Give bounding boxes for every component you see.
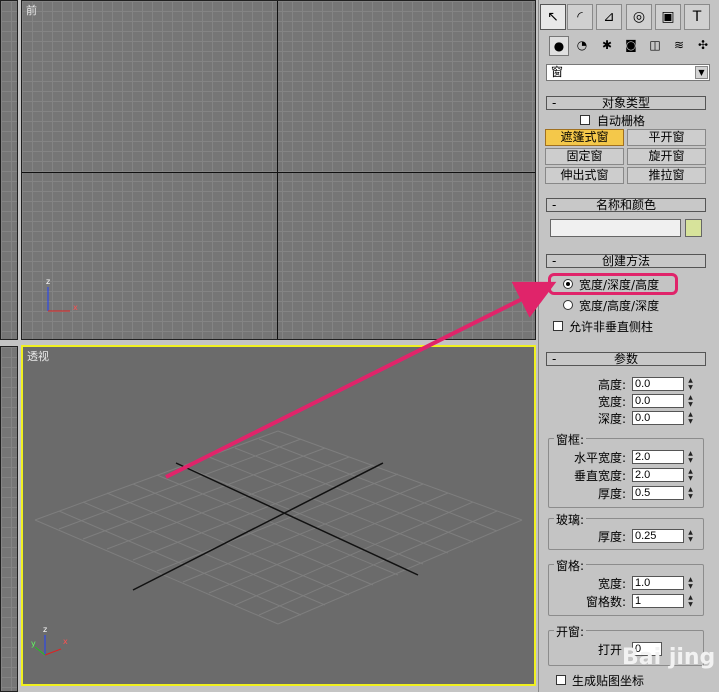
highlight-annotation bbox=[548, 273, 678, 295]
vertical-width-label: 垂直宽度: bbox=[574, 469, 627, 483]
front-vertical-axis bbox=[277, 1, 278, 339]
horizontal-width-label: 水平宽度: bbox=[574, 451, 627, 465]
pane-width-arrows[interactable]: ▲ ▼ bbox=[686, 576, 695, 590]
cameras-icon[interactable]: ◙ bbox=[622, 36, 640, 54]
open-window-group-title: 开窗: bbox=[554, 623, 587, 640]
pane-count-label: 窗格数: bbox=[586, 595, 627, 609]
pane-count-spinner[interactable] bbox=[632, 594, 684, 608]
display-tab-icon[interactable]: ▣ bbox=[655, 4, 681, 30]
object-type-title: 对象类型 bbox=[601, 96, 650, 110]
pane-width-spinner[interactable] bbox=[632, 576, 684, 590]
utilities-tab-icon[interactable]: T bbox=[684, 4, 710, 30]
creation-method-rollout-header[interactable]: - 创建方法 bbox=[546, 254, 706, 268]
depth-spinner[interactable] bbox=[632, 411, 684, 425]
allow-non-vertical-checkbox[interactable] bbox=[553, 321, 563, 331]
fixed-window-button[interactable]: 固定窗 bbox=[545, 148, 624, 165]
pivoted-window-button[interactable]: 旋开窗 bbox=[627, 148, 706, 165]
perspective-grid bbox=[34, 430, 523, 625]
object-name-input[interactable] bbox=[550, 219, 681, 237]
perspective-axis-tripod bbox=[34, 635, 62, 656]
glass-thickness-spinner[interactable] bbox=[632, 529, 684, 543]
gen-mapping-label: 生成贴图坐标 bbox=[572, 674, 645, 688]
motion-tab-icon[interactable]: ◎ bbox=[626, 4, 652, 30]
frame-group-title: 窗框: bbox=[554, 431, 587, 448]
object-type-rollout-header[interactable]: - 对象类型 bbox=[546, 96, 706, 110]
parameters-rollout-header[interactable]: - 参数 bbox=[546, 352, 706, 366]
width-height-depth-radio[interactable] bbox=[563, 300, 573, 310]
width-label: 宽度: bbox=[598, 395, 627, 409]
autogrid-checkbox[interactable] bbox=[580, 115, 590, 125]
gen-mapping-checkbox[interactable] bbox=[556, 675, 566, 685]
front-viewport-label[interactable]: 前 bbox=[26, 2, 37, 18]
height-spinner-arrows[interactable]: ▲ ▼ bbox=[686, 377, 695, 391]
category-dropdown-value: 窗 bbox=[551, 65, 564, 79]
pane-group-title: 窗格: bbox=[554, 557, 587, 574]
chevron-down-icon[interactable]: ▼ bbox=[695, 66, 708, 79]
front-viewport[interactable]: 前 z x bbox=[21, 0, 536, 340]
allow-non-vertical-label: 允许非垂直侧柱 bbox=[569, 320, 654, 334]
autogrid-label: 自动栅格 bbox=[597, 114, 646, 128]
category-dropdown[interactable]: 窗 ▼ bbox=[546, 64, 710, 81]
glass-thickness-arrows[interactable]: ▲ ▼ bbox=[686, 529, 695, 543]
sliding-window-button[interactable]: 推拉窗 bbox=[627, 167, 706, 184]
create-tab-icon[interactable]: ↖ bbox=[540, 4, 566, 30]
casement-window-button[interactable]: 平开窗 bbox=[627, 129, 706, 146]
vertical-width-arrows[interactable]: ▲ ▼ bbox=[686, 468, 695, 482]
pane-width-label: 宽度: bbox=[598, 577, 627, 591]
vertical-width-spinner[interactable] bbox=[632, 468, 684, 482]
front-axis-x-label: x bbox=[73, 303, 78, 312]
glass-group-title: 玻璃: bbox=[554, 511, 587, 528]
object-color-swatch[interactable] bbox=[685, 219, 702, 237]
depth-spinner-arrows[interactable]: ▲ ▼ bbox=[686, 411, 695, 425]
height-spinner[interactable] bbox=[632, 377, 684, 391]
front-horizontal-axis bbox=[22, 172, 535, 173]
parameters-title: 参数 bbox=[613, 352, 638, 366]
depth-label: 深度: bbox=[598, 412, 627, 426]
name-color-title: 名称和颜色 bbox=[595, 198, 656, 212]
helpers-icon[interactable]: ◫ bbox=[646, 36, 664, 54]
hierarchy-tab-icon[interactable]: ⊿ bbox=[596, 4, 622, 30]
frame-thickness-spinner[interactable] bbox=[632, 486, 684, 500]
front-axis-z-label: z bbox=[46, 277, 51, 286]
width-spinner[interactable] bbox=[632, 394, 684, 408]
persp-axis-z-label: z bbox=[43, 625, 48, 634]
frame-thickness-arrows[interactable]: ▲ ▼ bbox=[686, 486, 695, 500]
projected-window-button[interactable]: 伸出式窗 bbox=[545, 167, 624, 184]
creation-method-title: 创建方法 bbox=[601, 254, 650, 268]
lights-icon[interactable]: ✱ bbox=[598, 36, 616, 54]
persp-axis-x-label: x bbox=[63, 637, 68, 646]
systems-icon[interactable]: ✣ bbox=[694, 36, 712, 54]
frame-thickness-label: 厚度: bbox=[598, 487, 627, 501]
horizontal-width-spinner[interactable] bbox=[632, 450, 684, 464]
width-height-depth-label: 宽度/高度/深度 bbox=[579, 299, 660, 313]
awning-window-button[interactable]: 遮篷式窗 bbox=[545, 129, 624, 146]
shapes-icon[interactable]: ◔ bbox=[573, 36, 591, 54]
persp-axis-y-label: y bbox=[31, 639, 36, 648]
height-label: 高度: bbox=[598, 378, 627, 392]
open-label: 打开 bbox=[598, 643, 623, 657]
glass-thickness-label: 厚度: bbox=[598, 530, 627, 544]
name-color-rollout-header[interactable]: - 名称和颜色 bbox=[546, 198, 706, 212]
watermark-text: Bai jing bbox=[622, 645, 716, 670]
geometry-icon[interactable]: ● bbox=[549, 36, 569, 56]
perspective-viewport-label[interactable]: 透视 bbox=[27, 348, 49, 364]
width-spinner-arrows[interactable]: ▲ ▼ bbox=[686, 394, 695, 408]
spacewarps-icon[interactable]: ≋ bbox=[670, 36, 688, 54]
horizontal-width-arrows[interactable]: ▲ ▼ bbox=[686, 450, 695, 464]
left-bottom-viewport-partial[interactable] bbox=[0, 346, 18, 692]
perspective-viewport[interactable]: 透视 z x y bbox=[21, 345, 536, 686]
pane-count-arrows[interactable]: ▲ ▼ bbox=[686, 594, 695, 608]
viewports-area: 前 z x 透视 z x y bbox=[0, 0, 538, 692]
left-viewport-partial[interactable] bbox=[0, 0, 18, 340]
modify-tab-icon[interactable]: ◜ bbox=[567, 4, 593, 30]
